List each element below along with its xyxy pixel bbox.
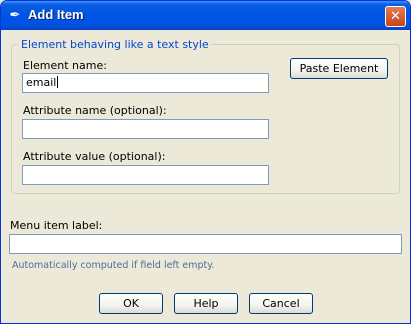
element-name-value: email xyxy=(26,76,57,89)
cancel-button[interactable]: Cancel xyxy=(249,293,313,314)
close-icon: ✕ xyxy=(390,9,401,24)
help-button[interactable]: Help xyxy=(174,293,238,314)
attribute-name-label: Attribute name (optional): xyxy=(23,104,167,117)
text-caret xyxy=(57,76,59,88)
add-item-dialog: ✒ Add Item ✕ Element behaving like a tex… xyxy=(0,0,411,324)
paste-element-button[interactable]: Paste Element xyxy=(290,58,388,79)
element-name-field[interactable]: email xyxy=(22,73,269,93)
group-legend: Element behaving like a text style xyxy=(19,38,211,51)
title-bar[interactable]: ✒ Add Item ✕ xyxy=(1,1,410,30)
element-name-label: Element name: xyxy=(23,59,107,72)
close-button[interactable]: ✕ xyxy=(385,6,406,27)
feather-icon: ✒ xyxy=(9,8,21,23)
menu-item-hint: Automatically computed if field left emp… xyxy=(12,260,215,271)
attribute-name-field[interactable] xyxy=(22,119,269,139)
ok-button[interactable]: OK xyxy=(99,293,163,314)
window-title: Add Item xyxy=(28,7,84,22)
menu-item-field[interactable] xyxy=(9,234,402,254)
attribute-value-label: Attribute value (optional): xyxy=(23,150,166,163)
menu-item-label: Menu item label: xyxy=(10,219,103,232)
attribute-value-field[interactable] xyxy=(22,165,269,185)
